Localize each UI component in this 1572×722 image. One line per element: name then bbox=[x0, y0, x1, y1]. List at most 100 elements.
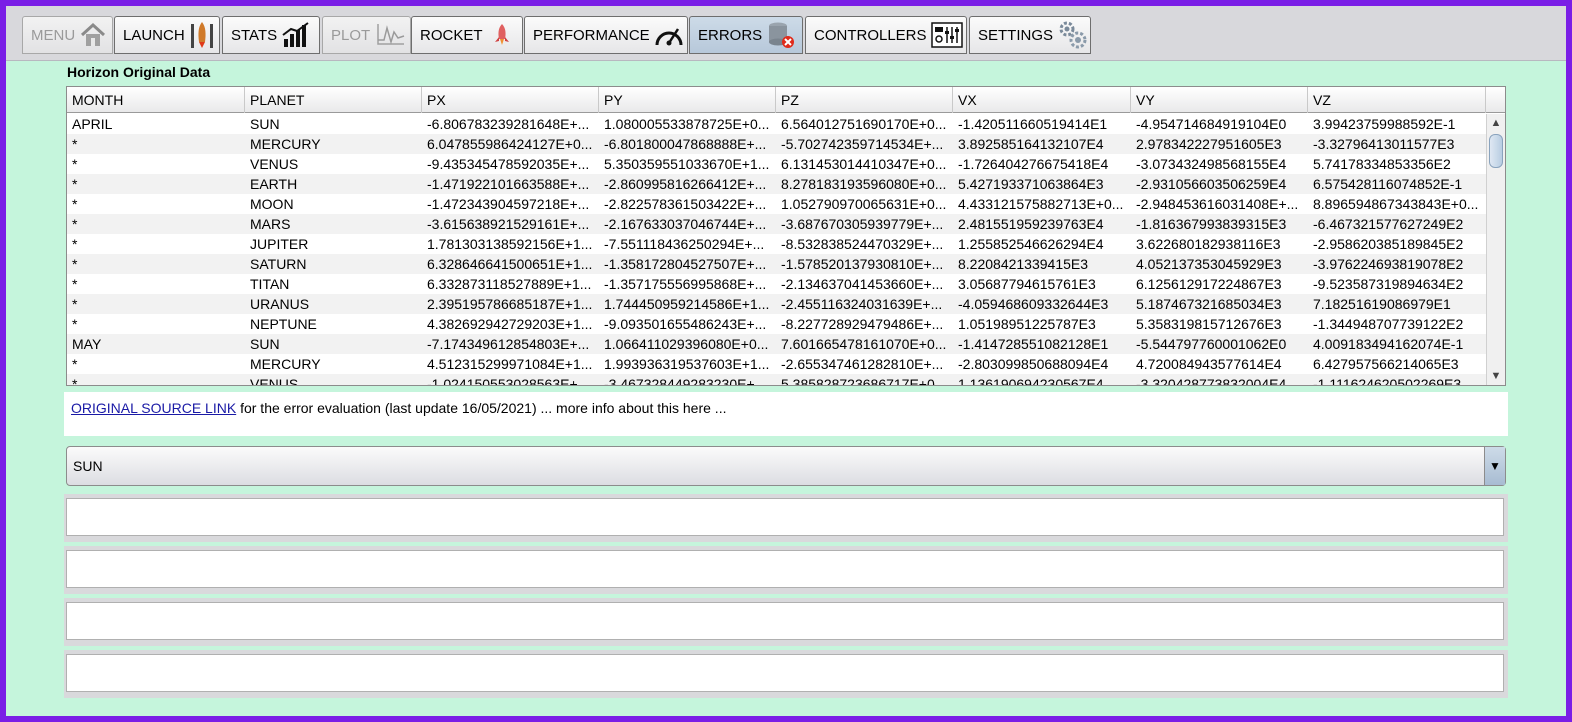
controls-panel-icon bbox=[930, 21, 963, 49]
column-header-month[interactable]: MONTH bbox=[67, 87, 245, 113]
rocket-launch-icon bbox=[189, 20, 215, 50]
table-cell: 3.99423759988592E-1 bbox=[1313, 116, 1456, 132]
table-body: APRIL SUN -6.806783239281648E+... 1.0800055… bbox=[67, 114, 1486, 386]
result-field-3 bbox=[66, 602, 1504, 640]
table-header: MONTH PLANET PX PY PZ VX VY VZ bbox=[67, 87, 1486, 113]
scroll-down-arrow-icon[interactable]: ▼ bbox=[1487, 367, 1505, 385]
tab-performance[interactable]: PERFORMANCE bbox=[524, 16, 688, 54]
result-panel-4 bbox=[64, 650, 1508, 698]
result-panel-3 bbox=[64, 598, 1508, 646]
table-row[interactable]: * VENUS -1.024150553028563E+... -3.46732844… bbox=[67, 374, 1486, 386]
gauge-icon bbox=[654, 21, 684, 49]
scroll-up-arrow-icon[interactable]: ▲ bbox=[1487, 114, 1505, 132]
column-header-planet[interactable]: PLANET bbox=[245, 87, 422, 113]
table-cell: 6.131453014410347E+0... bbox=[781, 156, 947, 172]
table-cell: 5.358319815712676E3 bbox=[1136, 316, 1282, 332]
tab-stats[interactable]: STATS bbox=[222, 16, 320, 54]
table-cell: VENUS bbox=[250, 376, 299, 386]
table-vertical-scrollbar[interactable]: ▲ ▼ bbox=[1486, 114, 1505, 385]
tab-plot-label: PLOT bbox=[331, 26, 371, 44]
column-header-py[interactable]: PY bbox=[599, 87, 776, 113]
horizon-data-table[interactable]: MONTH PLANET PX PY PZ VX VY VZ APRIL SUN -… bbox=[66, 86, 1506, 386]
table-row[interactable]: * MERCURY 6.047855986424127E+0... -6.801800… bbox=[67, 134, 1486, 154]
column-header-vy[interactable]: VY bbox=[1131, 87, 1308, 113]
table-row[interactable]: MAY SUN -7.174349612854803E+... 1.066411029… bbox=[67, 334, 1486, 354]
table-row[interactable]: * NEPTUNE 4.382692942729203E+1... -9.093501… bbox=[67, 314, 1486, 334]
table-cell: 8.278183193596080E+0... bbox=[781, 176, 947, 192]
error-database-icon bbox=[766, 20, 796, 50]
table-row[interactable]: * TITAN 6.332873118527889E+1... -1.35717555… bbox=[67, 274, 1486, 294]
table-cell: * bbox=[72, 316, 78, 332]
scroll-thumb[interactable] bbox=[1489, 134, 1503, 168]
source-info: ORIGINAL SOURCE LINK for the error evalu… bbox=[64, 392, 1508, 436]
table-cell: -2.958620385189845E2 bbox=[1313, 236, 1464, 252]
table-cell: * bbox=[72, 356, 78, 372]
source-info-text: for the error evaluation (last update 16… bbox=[236, 400, 727, 416]
table-cell: -2.134637041453660E+... bbox=[781, 276, 944, 292]
table-header-corner bbox=[1486, 87, 1505, 113]
column-header-vx[interactable]: VX bbox=[953, 87, 1131, 113]
tab-plot[interactable]: PLOT bbox=[322, 16, 411, 54]
table-cell: -6.467321577627249E2 bbox=[1313, 216, 1464, 232]
table-cell: -2.948453616031408E+... bbox=[1136, 196, 1299, 212]
column-header-pz[interactable]: PZ bbox=[776, 87, 953, 113]
table-row[interactable]: * MOON -1.472343904597218E+... -2.822578361… bbox=[67, 194, 1486, 214]
table-cell: * bbox=[72, 216, 78, 232]
table-row[interactable]: * SATURN 6.328646641500651E+1... -1.3581728… bbox=[67, 254, 1486, 274]
result-field-2 bbox=[66, 550, 1504, 588]
tab-controllers-label: CONTROLLERS bbox=[814, 26, 927, 44]
tab-menu[interactable]: MENU bbox=[22, 16, 113, 54]
original-source-link[interactable]: ORIGINAL SOURCE LINK bbox=[71, 400, 236, 416]
table-cell: 6.047855986424127E+0... bbox=[427, 136, 593, 152]
dropdown-arrow-icon[interactable]: ▼ bbox=[1484, 447, 1505, 485]
table-row[interactable]: * MERCURY 4.512315299971084E+1... 1.9939363… bbox=[67, 354, 1486, 374]
table-cell: -1.471922101663588E+... bbox=[427, 176, 590, 192]
table-row[interactable]: * VENUS -9.435345478592035E+... 5.350359551… bbox=[67, 154, 1486, 174]
tab-launch[interactable]: LAUNCH bbox=[114, 16, 220, 54]
table-cell: -6.806783239281648E+... bbox=[427, 116, 590, 132]
table-row[interactable]: * JUPITER 1.781303138592156E+1... -7.551118… bbox=[67, 234, 1486, 254]
table-cell: 5.427193371063864E3 bbox=[958, 176, 1104, 192]
tab-rocket[interactable]: ROCKET bbox=[411, 16, 523, 54]
table-cell: * bbox=[72, 376, 78, 386]
table-cell: -8.532838524470329E+... bbox=[781, 236, 944, 252]
table-cell: 6.328646641500651E+1... bbox=[427, 256, 593, 272]
tab-controllers[interactable]: CONTROLLERS bbox=[805, 16, 967, 54]
column-header-vz[interactable]: VZ bbox=[1308, 87, 1486, 113]
table-cell: NEPTUNE bbox=[250, 316, 317, 332]
result-field-4 bbox=[66, 654, 1504, 692]
table-cell: EARTH bbox=[250, 176, 298, 192]
table-cell: * bbox=[72, 296, 78, 312]
table-cell: -6.801800047868888E+... bbox=[604, 136, 767, 152]
table-row[interactable]: * EARTH -1.471922101663588E+... -2.86099581… bbox=[67, 174, 1486, 194]
table-row[interactable]: * MARS -3.615638921529161E+... -2.167633037… bbox=[67, 214, 1486, 234]
table-cell: SATURN bbox=[250, 256, 307, 272]
table-row[interactable]: APRIL SUN -6.806783239281648E+... 1.0800055… bbox=[67, 114, 1486, 134]
tab-settings-label: SETTINGS bbox=[978, 26, 1054, 44]
table-cell: -2.822578361503422E+... bbox=[604, 196, 767, 212]
table-cell: 5.74178334853356E2 bbox=[1313, 156, 1451, 172]
tab-stats-label: STATS bbox=[231, 26, 278, 44]
table-cell: MOON bbox=[250, 196, 294, 212]
tab-settings[interactable]: SETTINGS bbox=[969, 16, 1091, 54]
table-cell: -2.167633037046744E+... bbox=[604, 216, 767, 232]
table-cell: * bbox=[72, 236, 78, 252]
table-cell: 1.05198951225787E3 bbox=[958, 316, 1096, 332]
table-cell: -4.954714684919104E0 bbox=[1136, 116, 1287, 132]
table-cell: -1.111624620502269E3 bbox=[1313, 376, 1462, 386]
table-cell: 8.896594867343843E+0... bbox=[1313, 196, 1479, 212]
table-cell: -2.655347461282810E+... bbox=[781, 356, 944, 372]
table-cell: 5.385828723686717E+0... bbox=[781, 376, 947, 386]
table-cell: -3.615638921529161E+... bbox=[427, 216, 590, 232]
table-cell: 1.066411029396080E+0... bbox=[604, 336, 769, 352]
table-cell: -8.227728929479486E+... bbox=[781, 316, 944, 332]
table-cell: 5.350359551033670E+1... bbox=[604, 156, 770, 172]
planet-select[interactable]: SUN ▼ bbox=[66, 446, 1506, 486]
table-cell: MAY bbox=[72, 336, 102, 352]
table-cell: 3.892585164132107E4 bbox=[958, 136, 1104, 152]
column-header-px[interactable]: PX bbox=[422, 87, 599, 113]
table-cell: -1.344948707739122E2 bbox=[1313, 316, 1464, 332]
plot-icon bbox=[374, 22, 406, 48]
tab-errors[interactable]: ERRORS bbox=[689, 16, 803, 54]
table-row[interactable]: * URANUS 2.395195786685187E+1... 1.74445095… bbox=[67, 294, 1486, 314]
